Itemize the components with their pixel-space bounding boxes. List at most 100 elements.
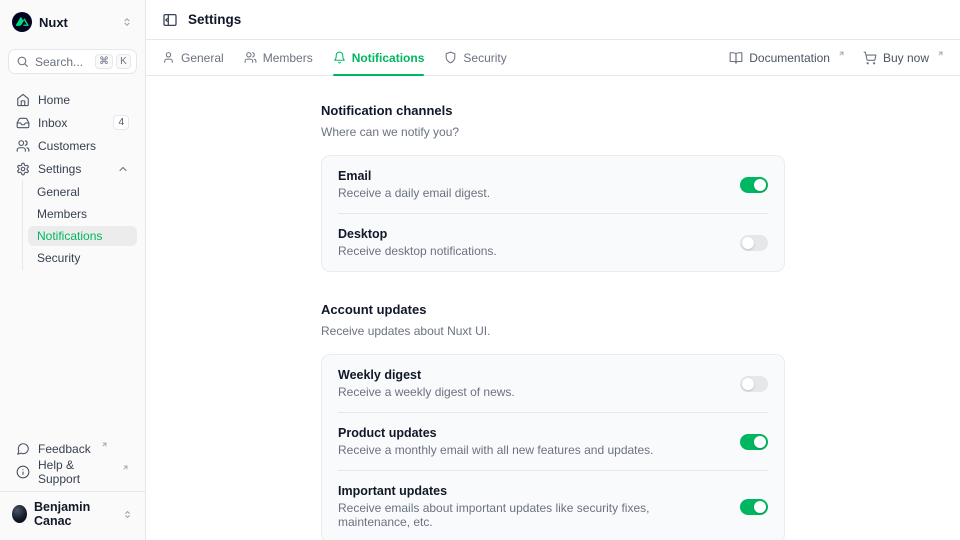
inbox-icon	[16, 116, 30, 130]
collapse-sidebar-button[interactable]	[162, 12, 178, 28]
setting-label: Product updates	[338, 426, 724, 440]
sidebar-item-label: Inbox	[38, 116, 67, 130]
search-placeholder: Search...	[35, 55, 83, 69]
bell-icon	[333, 51, 346, 64]
setting-label: Email	[338, 169, 724, 183]
setting-label: Desktop	[338, 227, 724, 241]
sidebar-item-inbox[interactable]: Inbox 4	[8, 112, 137, 133]
documentation-label: Documentation	[749, 51, 830, 65]
help-support-label: Help & Support	[38, 458, 112, 486]
avatar	[12, 505, 27, 523]
setting-description: Receive emails about important updates l…	[338, 501, 724, 529]
users-icon	[16, 139, 30, 153]
external-link-icon	[122, 464, 129, 471]
kbd-k: K	[116, 54, 131, 69]
book-open-icon	[729, 51, 743, 65]
sidebar-item-label: General	[37, 185, 80, 199]
chat-bubble-icon	[16, 442, 30, 456]
sidebar-item-general[interactable]: General	[28, 182, 137, 202]
info-circle-icon	[16, 465, 30, 479]
chevrons-up-down-icon	[121, 16, 133, 28]
setting-label: Weekly digest	[338, 368, 724, 382]
team-name: Nuxt	[39, 15, 68, 30]
setting-row-email: Email Receive a daily email digest.	[322, 156, 784, 213]
tab-security[interactable]: Security	[444, 40, 506, 75]
user-section: Benjamin Canac	[0, 491, 145, 532]
feedback-label: Feedback	[38, 442, 91, 456]
chevron-up-icon	[117, 163, 129, 175]
app-window: Nuxt Search... ⌘ K Home	[0, 0, 960, 540]
help-support-link[interactable]: Help & Support	[8, 461, 137, 482]
sidebar-item-customers[interactable]: Customers	[8, 135, 137, 156]
feedback-link[interactable]: Feedback	[8, 438, 137, 459]
settings-subnav: General Members Notifications Security	[22, 180, 137, 270]
tab-label: Security	[463, 51, 506, 65]
sidebar-item-label: Notifications	[37, 229, 102, 243]
kbd-cmd: ⌘	[95, 54, 113, 69]
shield-icon	[444, 51, 457, 64]
settings-card: Weekly digest Receive a weekly digest of…	[321, 354, 785, 540]
setting-description: Receive a weekly digest of news.	[338, 385, 724, 399]
external-link-icon	[838, 50, 845, 57]
settings-tabbar: General Members Notifications Security	[146, 40, 960, 76]
tabbar-links: Documentation Buy now	[729, 40, 944, 75]
setting-description: Receive desktop notifications.	[338, 244, 724, 258]
sidebar-item-home[interactable]: Home	[8, 89, 137, 110]
tab-members[interactable]: Members	[244, 40, 313, 75]
sidebar: Nuxt Search... ⌘ K Home	[0, 0, 146, 540]
sidebar-item-members[interactable]: Members	[28, 204, 137, 224]
tab-general[interactable]: General	[162, 40, 224, 75]
sidebar-nav: Home Inbox 4 Customers Settings	[8, 88, 137, 270]
sidebar-item-settings[interactable]: Settings	[8, 158, 137, 179]
sidebar-footer: Feedback Help & Support Benjamin Canac	[8, 437, 137, 532]
search-input[interactable]: Search... ⌘ K	[8, 49, 137, 74]
search-shortcut: ⌘ K	[95, 54, 131, 69]
setting-description: Receive a daily email digest.	[338, 186, 724, 200]
section-account-updates: Account updates Receive updates about Nu…	[321, 302, 785, 540]
sidebar-item-label: Members	[37, 207, 87, 221]
sidebar-item-label: Settings	[38, 162, 81, 176]
section-title: Notification channels	[321, 103, 785, 118]
external-link-icon	[937, 50, 944, 57]
weekly-digest-toggle[interactable]	[740, 376, 768, 392]
sidebar-item-label: Security	[37, 251, 80, 265]
tab-label: Notifications	[352, 51, 425, 65]
external-link-icon	[101, 441, 108, 448]
user-icon	[162, 51, 175, 64]
section-title: Account updates	[321, 302, 785, 317]
buy-now-link[interactable]: Buy now	[863, 51, 944, 65]
users-icon	[244, 51, 257, 64]
page-header: Settings	[146, 0, 960, 40]
product-updates-toggle[interactable]	[740, 434, 768, 450]
sidebar-item-security[interactable]: Security	[28, 248, 137, 268]
settings-card: Email Receive a daily email digest. Desk…	[321, 155, 785, 272]
shopping-cart-icon	[863, 51, 877, 65]
setting-row-product-updates: Product updates Receive a monthly email …	[322, 413, 784, 470]
nuxt-logo-icon	[12, 12, 32, 32]
sidebar-item-label: Home	[38, 93, 70, 107]
user-menu[interactable]: Benjamin Canac	[12, 500, 133, 528]
main-area: Settings General Members Notifications	[146, 0, 960, 540]
tab-label: Members	[263, 51, 313, 65]
setting-row-important-updates: Important updates Receive emails about i…	[322, 471, 784, 540]
setting-row-desktop: Desktop Receive desktop notifications.	[322, 214, 784, 271]
documentation-link[interactable]: Documentation	[729, 51, 845, 65]
gear-icon	[16, 162, 30, 176]
section-description: Where can we notify you?	[321, 125, 785, 139]
sidebar-item-label: Customers	[38, 139, 96, 153]
team-switcher[interactable]: Nuxt	[8, 10, 137, 34]
home-icon	[16, 93, 30, 107]
settings-content: Notification channels Where can we notif…	[146, 76, 960, 540]
sidebar-item-notifications[interactable]: Notifications	[28, 226, 137, 246]
setting-row-weekly-digest: Weekly digest Receive a weekly digest of…	[322, 355, 784, 412]
buy-now-label: Buy now	[883, 51, 929, 65]
important-updates-toggle[interactable]	[740, 499, 768, 515]
section-notification-channels: Notification channels Where can we notif…	[321, 103, 785, 272]
chevrons-up-down-icon	[122, 509, 133, 520]
user-name: Benjamin Canac	[34, 500, 115, 528]
desktop-toggle[interactable]	[740, 235, 768, 251]
page-title: Settings	[188, 12, 241, 27]
section-description: Receive updates about Nuxt UI.	[321, 324, 785, 338]
email-toggle[interactable]	[740, 177, 768, 193]
tab-notifications[interactable]: Notifications	[333, 40, 425, 75]
